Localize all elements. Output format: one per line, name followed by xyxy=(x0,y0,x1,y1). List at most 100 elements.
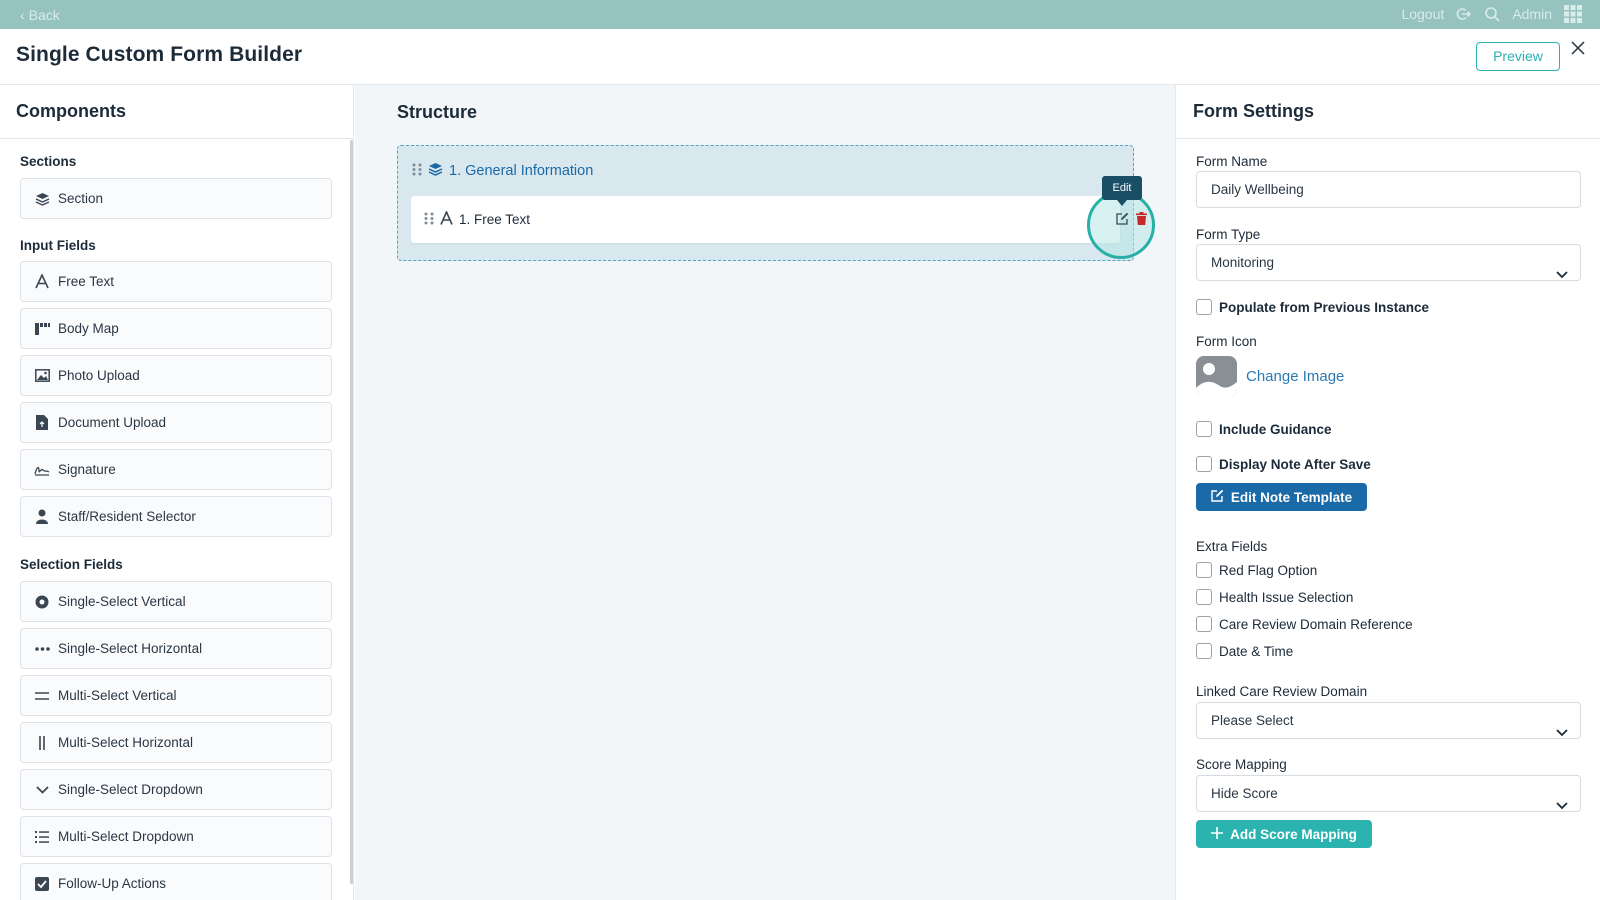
chevron-down-icon xyxy=(1556,257,1568,292)
component-multi-select-dropdown[interactable]: Multi-Select Dropdown xyxy=(20,816,332,857)
component-multi-select-vertical[interactable]: Multi-Select Vertical xyxy=(20,675,332,716)
component-document-upload[interactable]: Document Upload xyxy=(20,402,332,443)
structure-panel: Structure 1. General Information 1. Free… xyxy=(355,85,1175,900)
health-issue-checkbox[interactable]: Health Issue Selection xyxy=(1196,589,1353,605)
delete-icon[interactable] xyxy=(1136,212,1147,230)
component-free-text[interactable]: Free Text xyxy=(20,261,332,302)
add-score-mapping-button[interactable]: Add Score Mapping xyxy=(1196,820,1372,848)
add-score-mapping-label: Add Score Mapping xyxy=(1230,826,1357,842)
image-icon xyxy=(34,368,50,384)
component-label: Signature xyxy=(58,462,116,477)
component-label: Staff/Resident Selector xyxy=(58,509,196,524)
topbar-actions: Logout Admin xyxy=(1401,5,1582,23)
form-name-field[interactable]: Daily Wellbeing xyxy=(1196,171,1581,208)
form-type-label: Form Type xyxy=(1196,227,1261,242)
checkbox[interactable] xyxy=(1196,299,1212,315)
dots-horizontal-icon xyxy=(34,641,50,657)
edit-tooltip: Edit xyxy=(1102,176,1142,206)
score-mapping-select[interactable]: Hide Score xyxy=(1196,775,1581,812)
group-label-selection-fields: Selection Fields xyxy=(20,557,123,572)
checkbox[interactable] xyxy=(1196,643,1212,659)
form-icon-image xyxy=(1196,356,1237,397)
list-icon xyxy=(34,829,50,845)
layers-icon xyxy=(428,162,443,180)
file-icon xyxy=(34,415,50,431)
care-review-reference-checkbox[interactable]: Care Review Domain Reference xyxy=(1196,616,1413,632)
logout-icon[interactable] xyxy=(1456,6,1472,22)
component-single-select-vertical[interactable]: Single-Select Vertical xyxy=(20,581,332,622)
chevron-down-icon xyxy=(1556,715,1568,750)
components-title: Components xyxy=(16,101,126,121)
edit-note-template-label: Edit Note Template xyxy=(1230,489,1353,505)
component-label: Document Upload xyxy=(58,415,167,430)
page-title: Single Custom Form Builder xyxy=(16,43,303,66)
back-link[interactable]: ‹ Back xyxy=(20,7,60,23)
component-label: Body Map xyxy=(58,321,119,336)
text-a-icon xyxy=(440,210,453,228)
extra-field-label: Date & Time xyxy=(1219,643,1294,659)
signature-icon xyxy=(34,462,50,478)
component-signature[interactable]: Signature xyxy=(20,449,332,490)
layers-icon xyxy=(34,191,50,207)
search-icon[interactable] xyxy=(1484,6,1500,22)
radio-icon xyxy=(34,594,50,610)
user-menu[interactable]: Admin xyxy=(1512,6,1552,22)
extra-fields-label: Extra Fields xyxy=(1196,539,1268,554)
structure-section[interactable]: 1. General Information 1. Free Text Edit xyxy=(397,145,1155,261)
component-section[interactable]: Section xyxy=(20,178,332,219)
drag-handle-icon[interactable] xyxy=(412,163,422,180)
component-single-select-dropdown[interactable]: Single-Select Dropdown xyxy=(20,769,332,810)
text-a-icon xyxy=(34,274,50,290)
checkbox[interactable] xyxy=(1196,562,1212,578)
component-staff-resident-selector[interactable]: Staff/Resident Selector xyxy=(20,496,332,537)
score-mapping-label: Score Mapping xyxy=(1196,757,1287,772)
form-settings-title: Form Settings xyxy=(1193,101,1315,121)
populate-previous-checkbox[interactable]: Populate from Previous Instance xyxy=(1196,299,1429,315)
checkbox[interactable] xyxy=(1196,421,1212,437)
component-label: Free Text xyxy=(58,274,115,289)
plus-icon xyxy=(1211,826,1224,842)
component-follow-up-actions[interactable]: Follow-Up Actions xyxy=(20,863,332,900)
component-multi-select-horizontal[interactable]: Multi-Select Horizontal xyxy=(20,722,332,763)
component-photo-upload[interactable]: Photo Upload xyxy=(20,355,332,396)
component-label: Photo Upload xyxy=(58,368,140,383)
linked-domain-value: Please Select xyxy=(1211,713,1294,728)
logout-link[interactable]: Logout xyxy=(1401,6,1444,22)
edit-note-template-button[interactable]: Edit Note Template xyxy=(1196,483,1367,511)
linked-domain-select[interactable]: Please Select xyxy=(1196,702,1581,739)
component-body-map[interactable]: Body Map xyxy=(20,308,332,349)
display-note-label: Display Note After Save xyxy=(1219,456,1371,472)
component-label: Single-Select Vertical xyxy=(58,594,186,609)
component-label: Single-Select Dropdown xyxy=(58,782,203,797)
component-label: Multi-Select Vertical xyxy=(58,688,177,703)
checkbox[interactable] xyxy=(1196,456,1212,472)
close-icon[interactable] xyxy=(1571,41,1587,57)
chevron-down-icon xyxy=(34,782,50,798)
components-scrollbar[interactable] xyxy=(350,140,353,884)
red-flag-checkbox[interactable]: Red Flag Option xyxy=(1196,562,1317,578)
form-type-select[interactable]: Monitoring xyxy=(1196,244,1581,281)
checkbox[interactable] xyxy=(1196,589,1212,605)
body-map-icon xyxy=(34,321,50,337)
apps-grid-icon[interactable] xyxy=(1564,5,1582,23)
field-title: 1. Free Text xyxy=(459,212,531,227)
change-image-link[interactable]: Change Image xyxy=(1246,368,1344,385)
score-mapping-value: Hide Score xyxy=(1211,786,1278,801)
chevron-down-icon xyxy=(1556,788,1568,823)
component-single-select-horizontal[interactable]: Single-Select Horizontal xyxy=(20,628,332,669)
include-guidance-checkbox[interactable]: Include Guidance xyxy=(1196,421,1332,437)
structure-field-row[interactable]: 1. Free Text xyxy=(411,196,1120,243)
components-header: Components xyxy=(0,85,353,139)
extra-field-label: Health Issue Selection xyxy=(1219,589,1354,605)
chevron-left-icon: ‹ xyxy=(20,7,25,23)
form-settings-panel: Form Settings Form Name Daily Wellbeing … xyxy=(1175,85,1600,900)
page-header: Single Custom Form Builder Preview xyxy=(0,29,1600,85)
component-label: Multi-Select Dropdown xyxy=(58,829,194,844)
checkbox[interactable] xyxy=(1196,616,1212,632)
display-note-checkbox[interactable]: Display Note After Save xyxy=(1196,456,1371,472)
date-time-checkbox[interactable]: Date & Time xyxy=(1196,643,1293,659)
preview-button[interactable]: Preview xyxy=(1476,42,1560,71)
top-bar: ‹ Back Logout Admin xyxy=(0,0,1600,29)
edit-icon[interactable] xyxy=(1116,212,1129,230)
drag-handle-icon[interactable] xyxy=(424,212,434,228)
